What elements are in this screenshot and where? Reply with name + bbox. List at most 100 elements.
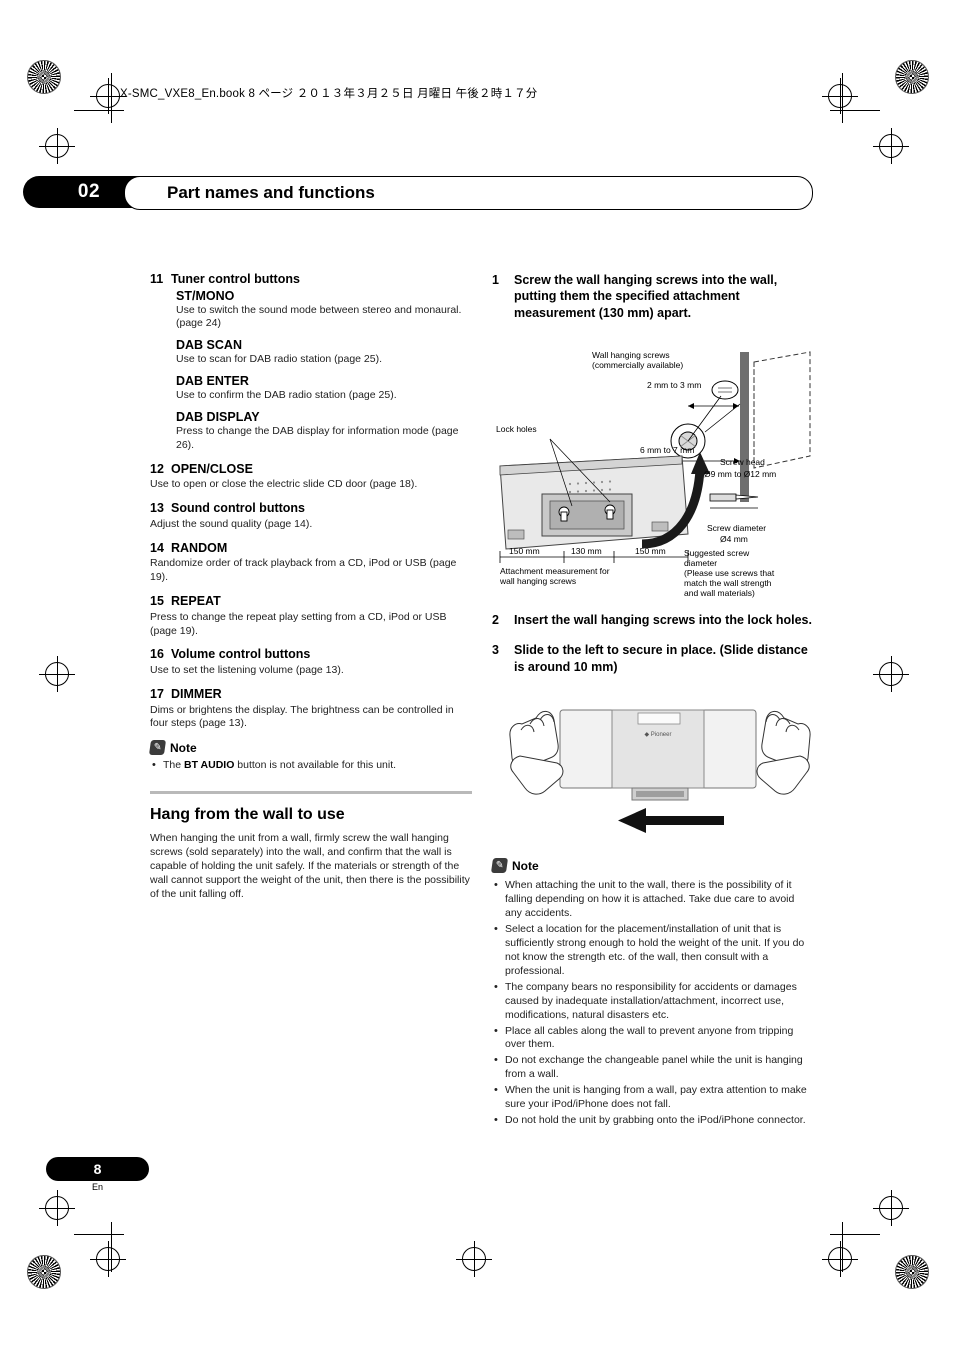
subitem-title-dabscan: DAB SCAN	[176, 338, 242, 353]
item-number: 11	[150, 272, 164, 286]
subitem-title-stmono: ST/MONO	[176, 288, 235, 303]
label-suggested-screw-diameter: Suggested screw diameter (Please use scr…	[684, 548, 775, 599]
label-dim-right-150mm: 150 mm	[635, 546, 666, 556]
item-number: 14	[150, 540, 164, 555]
item-title: Volume control buttons	[171, 647, 311, 662]
right-column: 1 Screw the wall hanging screws into the …	[492, 272, 814, 321]
note-label: Note	[170, 740, 197, 755]
step-1: 1 Screw the wall hanging screws into the …	[492, 272, 814, 321]
item-text: Press to change the repeat play setting …	[150, 610, 447, 637]
step-text: Screw the wall hanging screws into the w…	[514, 273, 778, 320]
list-item-repeat: 15 REPEAT Press to change the repeat play…	[150, 594, 472, 638]
item-number: 16	[150, 647, 164, 662]
crop-mark-top-right	[830, 73, 880, 123]
list-item: When the unit is hanging from a wall, pa…	[492, 1083, 814, 1112]
bullet-pre: The	[163, 759, 185, 772]
section-title-hang-from-wall: Hang from the wall to use	[150, 806, 345, 824]
reg-mark-center-right	[873, 656, 909, 692]
list-item-random: 14 RANDOM Randomize order of track playba…	[150, 541, 472, 585]
crop-mark-top-left	[74, 73, 124, 123]
item-title: REPEAT	[171, 594, 221, 609]
reg-mark-mid-right	[873, 128, 909, 164]
crop-mark-bottom-left	[74, 1222, 124, 1272]
registration-rosette-top-right	[895, 60, 929, 94]
subitem-text-dabenter: Use to confirm the DAB radio station (pa…	[176, 389, 397, 402]
item-number: 17	[150, 686, 164, 701]
subitem-text-dabscan: Use to scan for DAB radio station (page …	[176, 353, 383, 366]
label-wall-hanging-screws: Wall hanging screws (commercially availa…	[592, 350, 684, 371]
label-dim-2-3mm: 2 mm to 3 mm	[647, 380, 702, 390]
item-heading: 12 OPEN/CLOSE	[150, 462, 472, 478]
item-number: 13	[150, 501, 164, 516]
item-heading: 14 RANDOM	[150, 541, 472, 557]
note-bullets-left: The BT AUDIO button is not available for…	[150, 758, 472, 773]
bullet-post: button is not available for this unit.	[234, 759, 397, 772]
label-screw-head-dim: Ø9 mm to Ø12 mm	[704, 469, 777, 479]
document-page: X-SMC_VXE8_En.book 8 ページ ２０１３年３月２５日 月曜日 …	[0, 0, 954, 1348]
step-2-wrap: 2 Insert the wall hanging screws into the…	[492, 612, 814, 675]
subitem-title-dabdisplay: DAB DISPLAY	[176, 410, 260, 425]
item-text: Randomize order of track playback from a…	[150, 557, 457, 584]
subitem-text-dabdisplay: Press to change the DAB display for info…	[176, 425, 459, 451]
list-item-dimmer: 17 DIMMER Dims or brightens the display. …	[150, 687, 472, 731]
list-item: Do not exchange the changeable panel whi…	[492, 1053, 814, 1082]
step-2: 2 Insert the wall hanging screws into the…	[492, 612, 814, 628]
figure-slide-unit: ◆ Pioneer	[500, 700, 820, 850]
item-heading: 16 Volume control buttons	[150, 647, 472, 663]
note-block-right: ✎ Note When attaching the unit to the wa…	[490, 858, 814, 1130]
step-number: 1	[492, 273, 499, 287]
item-title: Tuner control buttons	[171, 272, 300, 286]
label-screw-head: Screw head	[720, 457, 765, 467]
note-header-left: ✎ Note	[148, 740, 472, 756]
label-screw-diameter: Screw diameter	[707, 523, 767, 533]
item-text: Dims or brightens the display. The brigh…	[150, 703, 454, 730]
list-item-open-close: 12 OPEN/CLOSE Use to open or close the el…	[150, 462, 472, 492]
step-number: 3	[492, 643, 499, 658]
label-screw-diameter-dim: Ø4 mm	[720, 534, 748, 544]
label-lock-holes: Lock holes	[496, 424, 537, 434]
note-header-right: ✎ Note	[490, 858, 814, 873]
list-item: The BT AUDIO button is not available for…	[150, 758, 472, 773]
page-number-badge: 8	[46, 1157, 149, 1181]
note-bullets-right: When attaching the unit to the wall, the…	[492, 878, 814, 1128]
registration-rosette-bottom-right	[895, 1255, 929, 1289]
subitem-text-stmono: Use to switch the sound mode between ste…	[176, 303, 462, 330]
label-dim-6-7mm: 6 mm to 7 mm	[640, 445, 695, 455]
item-heading: 17 DIMMER	[150, 687, 472, 703]
list-item-volume-control: 16 Volume control buttons Use to set the …	[150, 647, 472, 677]
item-text: Use to set the listening volume (page 13…	[150, 664, 344, 677]
item-text: Adjust the sound quality (page 14).	[150, 517, 313, 530]
figure-wall-hanging-screws: Wall hanging screws (commercially availa…	[492, 344, 822, 606]
item-title: OPEN/CLOSE	[171, 461, 253, 476]
item-number: 15	[150, 594, 164, 609]
item-text: Use to open or close the electric slide …	[150, 478, 418, 491]
list-item-tuner-control: 11 Tuner control buttons ST/MONO Use to s…	[150, 272, 472, 453]
left-column: 11 Tuner control buttons ST/MONO Use to s…	[148, 272, 472, 902]
page-title: Part names and functions	[167, 183, 375, 202]
item-title: DIMMER	[171, 686, 222, 701]
print-file-header: X-SMC_VXE8_En.book 8 ページ ２０１３年３月２５日 月曜日 …	[120, 88, 538, 100]
chapter-title-bar: Part names and functions	[124, 176, 813, 210]
item-heading: 13 Sound control buttons	[150, 501, 472, 517]
reg-mark-center-left	[39, 656, 75, 692]
section-divider	[150, 791, 472, 795]
list-item: Select a location for the placement/inst…	[492, 922, 814, 979]
reg-mark-bottom-center	[456, 1241, 492, 1277]
label-dim-center-130mm: 130 mm	[571, 546, 602, 556]
reg-mark-lower-right	[873, 1190, 909, 1226]
pencil-icon: ✎	[148, 740, 167, 756]
crop-mark-bottom-right	[830, 1222, 880, 1272]
section-body-text: When hanging the unit from a wall, firml…	[150, 832, 470, 901]
pencil-icon: ✎	[490, 858, 509, 873]
item-number: 12	[150, 461, 164, 476]
list-item: When attaching the unit to the wall, the…	[492, 878, 814, 921]
bullet-bold: BT AUDIO	[184, 759, 235, 772]
step-text: Insert the wall hanging screws into the …	[514, 613, 812, 627]
item-title: RANDOM	[171, 540, 228, 555]
svg-text:◆ Pioneer: ◆ Pioneer	[645, 732, 672, 738]
subitem-title-dabenter: DAB ENTER	[176, 374, 249, 389]
step-text: Slide to the left to secure in place. (S…	[514, 643, 808, 674]
step-number: 2	[492, 613, 499, 627]
label-dim-left-150mm: 150 mm	[509, 546, 540, 556]
list-item: Do not hold the unit by grabbing onto th…	[492, 1113, 814, 1128]
